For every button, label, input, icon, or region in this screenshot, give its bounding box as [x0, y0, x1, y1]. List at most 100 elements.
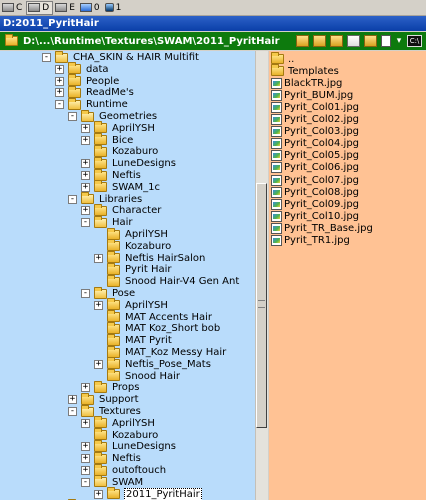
- folder-icon: [68, 85, 81, 98]
- expand-icon[interactable]: +: [81, 171, 90, 180]
- hard-drive-icon: [2, 3, 14, 12]
- properties-icon[interactable]: [381, 35, 391, 47]
- command-prompt-icon[interactable]: C:\: [407, 35, 422, 47]
- file-item[interactable]: BlackTR.jpg: [271, 77, 342, 89]
- collapse-icon[interactable]: -: [81, 218, 90, 228]
- file-item[interactable]: Pyrit_Col10.jpg: [271, 210, 359, 222]
- tree-item-label: Props: [112, 382, 140, 394]
- folder-icon: [94, 463, 107, 476]
- tree-item-label: Neftis_Pose_Mats: [125, 358, 211, 370]
- expand-icon[interactable]: +: [81, 383, 90, 393]
- file-item[interactable]: Pyrit_Col05.jpg: [271, 150, 359, 162]
- expand-icon[interactable]: +: [55, 76, 64, 86]
- new-folder-icon[interactable]: [296, 35, 309, 47]
- folder-tree[interactable]: - CHA_SKIN & HAIR Multifit + data + People + Re…: [0, 51, 268, 500]
- file-item[interactable]: Templates: [271, 64, 339, 77]
- file-item[interactable]: Pyrit_Col02.jpg: [271, 114, 359, 126]
- tree-item-label: SWAM_1c: [112, 181, 161, 193]
- collapse-icon[interactable]: -: [81, 477, 90, 487]
- expand-icon[interactable]: +: [81, 206, 90, 216]
- tree-item-label: Bice: [112, 134, 134, 146]
- file-item[interactable]: Pyrit_Col03.jpg: [271, 126, 359, 138]
- expand-icon[interactable]: +: [94, 300, 103, 310]
- path-bar: D:\...\Runtime\Textures\SWAM\2011_PyritH…: [0, 32, 426, 50]
- file-list[interactable]: .. Templates BlackTR.jpg Pyrit_BUM.jpg Pyrit…: [269, 51, 426, 500]
- folder-icon: [107, 487, 120, 500]
- expand-icon[interactable]: +: [81, 442, 90, 452]
- expand-icon[interactable]: +: [81, 182, 90, 192]
- hard-drive-icon: [55, 3, 68, 12]
- drive-button-d[interactable]: D: [26, 0, 54, 15]
- tree-item-label: MAT_Koz Messy Hair: [125, 347, 227, 358]
- file-item[interactable]: Pyrit_Col09.jpg: [271, 198, 359, 210]
- file-item[interactable]: Pyrit_TR_Base.jpg: [271, 222, 373, 234]
- image-file-icon: [271, 222, 282, 234]
- folder-icon: [107, 357, 120, 370]
- drive-button-0[interactable]: 0: [79, 1, 103, 15]
- tree-item-label: AprilYSH: [112, 122, 155, 134]
- expand-icon[interactable]: +: [81, 466, 90, 475]
- file-item[interactable]: Pyrit_Col06.jpg: [271, 162, 359, 174]
- expand-icon[interactable]: +: [81, 159, 90, 169]
- file-item[interactable]: Pyrit_Col01.jpg: [271, 101, 359, 113]
- folder-icon: [68, 62, 81, 75]
- dropdown-arrow-icon[interactable]: ▾: [395, 35, 403, 47]
- expand-icon[interactable]: +: [55, 88, 64, 98]
- tree-item-label: MAT Koz_Short bob: [125, 323, 221, 335]
- collapse-icon[interactable]: -: [42, 53, 51, 62]
- folder-icon: [94, 144, 107, 157]
- tree-item-label: Pyrit Hair: [125, 264, 172, 276]
- tree-item-selected[interactable]: +2011_PyritHair: [94, 487, 202, 500]
- usb-drive-icon: [104, 3, 114, 12]
- move-folder-icon[interactable]: [330, 35, 343, 47]
- folder-icon: [107, 298, 120, 311]
- file-item[interactable]: Pyrit_Col07.jpg: [271, 174, 359, 186]
- file-label: ..: [288, 53, 295, 65]
- file-label: Pyrit_Col08.jpg: [284, 186, 360, 198]
- folder-icon: [94, 121, 107, 134]
- drive-button-1[interactable]: 1: [104, 1, 125, 15]
- folder-open-icon: [81, 109, 94, 122]
- tree-item-label: Neftis HairSalon: [125, 252, 206, 264]
- tree-item-label: Snood Hair: [125, 370, 180, 382]
- folder-icon: [94, 203, 107, 216]
- expand-icon[interactable]: +: [94, 359, 103, 369]
- tree-item-label: Pose: [112, 288, 136, 299]
- expand-icon[interactable]: +: [81, 123, 90, 133]
- file-label: Pyrit_Col05.jpg: [284, 150, 360, 162]
- drive-button-c[interactable]: C: [1, 1, 25, 15]
- folder-icon: [107, 310, 120, 323]
- paste-folder-icon[interactable]: [364, 35, 377, 47]
- folder-open-icon: [94, 286, 107, 299]
- collapse-icon[interactable]: -: [55, 100, 64, 110]
- folder-open-icon: [55, 51, 68, 63]
- drive-label: E: [69, 2, 75, 13]
- tree-item-label: Support: [99, 394, 139, 406]
- tree-item-label: MAT Accents Hair: [125, 311, 212, 323]
- expand-icon[interactable]: +: [81, 418, 90, 428]
- expand-icon[interactable]: +: [94, 253, 103, 263]
- cut-icon[interactable]: [347, 35, 360, 47]
- collapse-icon[interactable]: -: [81, 289, 90, 298]
- file-label: BlackTR.jpg: [284, 77, 343, 89]
- file-item[interactable]: Pyrit_Col04.jpg: [271, 138, 359, 150]
- file-item[interactable]: Pyrit_Col08.jpg: [271, 186, 359, 198]
- folder-icon: [107, 227, 120, 240]
- collapse-icon[interactable]: -: [68, 112, 77, 121]
- folder-icon: [107, 262, 120, 275]
- drive-button-e[interactable]: E: [54, 1, 78, 15]
- file-item[interactable]: Pyrit_BUM.jpg: [271, 89, 353, 101]
- file-label: Pyrit_Col04.jpg: [284, 138, 360, 150]
- copy-folder-icon[interactable]: [313, 35, 326, 47]
- expand-icon[interactable]: +: [81, 135, 90, 145]
- current-path[interactable]: D:\...\Runtime\Textures\SWAM\2011_PyritH…: [23, 36, 296, 47]
- expand-icon[interactable]: +: [81, 454, 90, 464]
- expand-icon[interactable]: +: [94, 489, 103, 499]
- collapse-icon[interactable]: -: [68, 407, 77, 416]
- expand-icon[interactable]: +: [55, 64, 64, 74]
- drive-label: 1: [115, 2, 122, 13]
- image-file-icon: [271, 174, 282, 186]
- file-item[interactable]: Pyrit_TR1.jpg: [271, 235, 350, 247]
- collapse-icon[interactable]: -: [68, 194, 77, 204]
- expand-icon[interactable]: +: [68, 395, 77, 405]
